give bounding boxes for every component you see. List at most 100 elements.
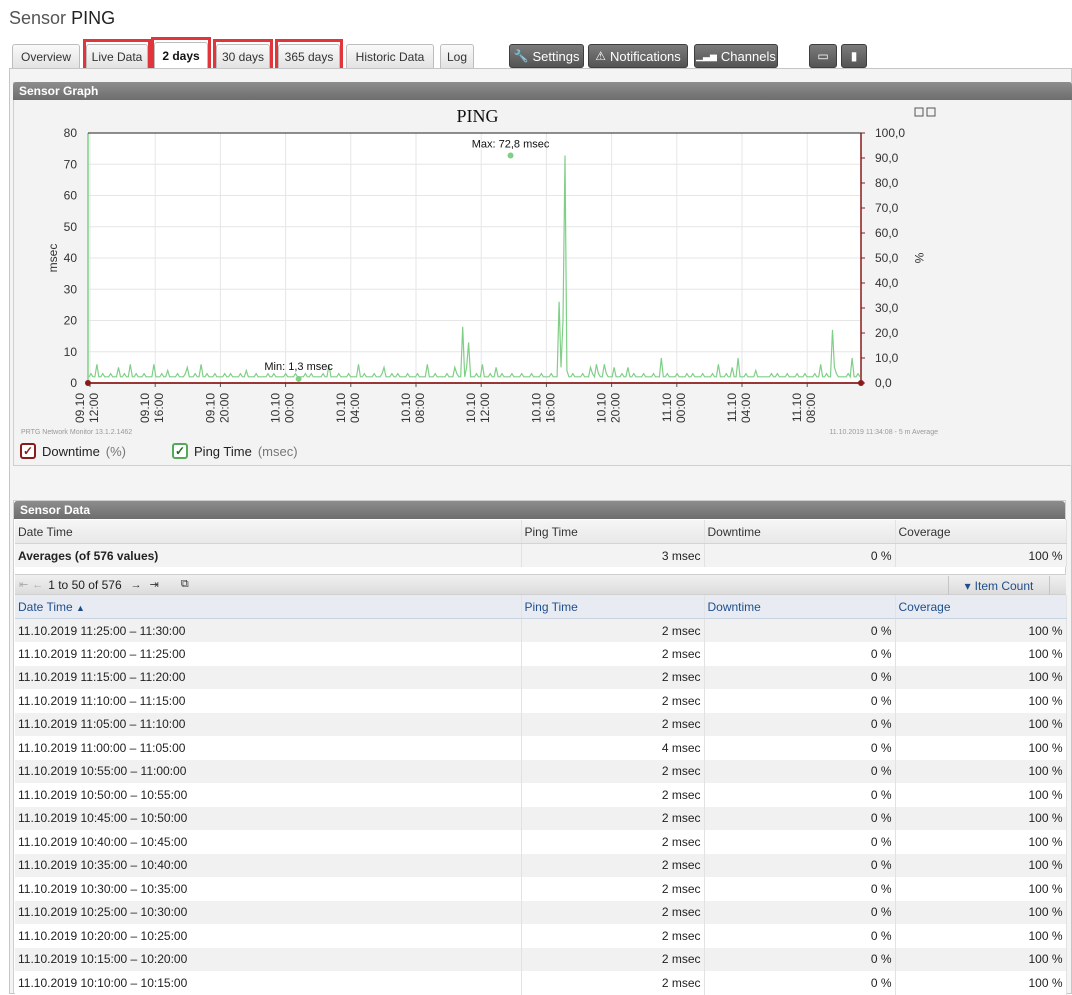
comment-icon: ▭ bbox=[817, 49, 829, 63]
y-tick-label: 80 bbox=[64, 126, 78, 140]
x-tick-time: 08:00 bbox=[413, 393, 427, 423]
x-tick-time: 16:00 bbox=[543, 393, 557, 423]
x-tick-date: 10.10 bbox=[464, 393, 478, 423]
y2-tick-label: 70,0 bbox=[875, 201, 899, 215]
tab-live-data[interactable]: Live Data bbox=[86, 44, 148, 68]
ping-time-checkbox[interactable]: ✓ bbox=[172, 443, 189, 459]
y2-axis-label: % bbox=[912, 253, 926, 264]
cell-coverage: 100 % bbox=[895, 712, 1067, 736]
cell-downtime: 0 % bbox=[704, 877, 896, 901]
cell-downtime: 0 % bbox=[704, 971, 896, 995]
table-row[interactable]: 11.10.2019 11:00:00 – 11:05:00 4 msec 0 % 1… bbox=[15, 736, 1067, 760]
x-tick-time: 16:00 bbox=[152, 393, 166, 423]
first-page-icon[interactable]: ⇤ bbox=[19, 578, 28, 591]
warning-icon: ⚠ bbox=[595, 49, 606, 63]
cell-ping-time: 2 msec bbox=[521, 830, 705, 854]
table-row[interactable]: 11.10.2019 10:20:00 – 10:25:00 2 msec 0 % 1… bbox=[15, 924, 1067, 948]
x-tick-label: 11.10 08:00 bbox=[790, 393, 818, 423]
cell-downtime: 0 % bbox=[704, 736, 896, 760]
cell-coverage: 100 % bbox=[895, 924, 1067, 948]
cell-downtime: 0 % bbox=[704, 900, 896, 924]
cell-coverage: 100 % bbox=[895, 877, 1067, 901]
pager-text: 1 to 50 of 576 bbox=[48, 577, 122, 592]
table-row[interactable]: 11.10.2019 11:20:00 – 11:25:00 2 msec 0 % 1… bbox=[15, 642, 1067, 666]
column-coverage[interactable]: Coverage bbox=[895, 595, 1067, 619]
column-ping-time[interactable]: Ping Time bbox=[521, 595, 705, 619]
document-icon: ▮ bbox=[850, 49, 858, 63]
chart-title: PING bbox=[456, 106, 498, 126]
tab-log[interactable]: Log bbox=[440, 44, 474, 68]
table-row[interactable]: 11.10.2019 11:05:00 – 11:10:00 2 msec 0 % 1… bbox=[15, 712, 1067, 736]
column-downtime[interactable]: Downtime bbox=[704, 595, 896, 619]
tab-overview[interactable]: Overview bbox=[12, 44, 80, 68]
ping-chart: 0 10 20 30 40 50 60 70 80 0,0 10,0 20,0 30,0 40,0 50,0… bbox=[21, 106, 938, 436]
x-tick-date: 11.10 bbox=[790, 393, 804, 422]
table-row[interactable]: 11.10.2019 11:10:00 – 11:15:00 2 msec 0 % 1… bbox=[15, 689, 1067, 713]
item-count-button[interactable]: ▾ Item Count bbox=[948, 576, 1050, 595]
table-row[interactable]: 11.10.2019 10:40:00 – 10:45:00 2 msec 0 % 1… bbox=[15, 830, 1067, 854]
cell-ping-time: 2 msec bbox=[521, 853, 705, 877]
cell-ping-time: 2 msec bbox=[521, 712, 705, 736]
y2-tick-label: 0,0 bbox=[875, 376, 892, 390]
tab-historic-data[interactable]: Historic Data bbox=[346, 44, 434, 68]
x-tick-label: 11.10 04:00 bbox=[725, 393, 753, 423]
settings-button[interactable]: 🔧 Settings bbox=[509, 44, 584, 68]
x-tick-label: 10.10 08:00 bbox=[399, 393, 427, 423]
next-page-icon[interactable]: → bbox=[131, 579, 142, 591]
x-tick-date: 09.10 bbox=[203, 393, 217, 423]
y-tick-label: 60 bbox=[64, 189, 78, 203]
table-row[interactable]: 11.10.2019 10:25:00 – 10:30:00 2 msec 0 % 1… bbox=[15, 900, 1067, 924]
table-row[interactable]: 11.10.2019 11:15:00 – 11:20:00 2 msec 0 % 1… bbox=[15, 665, 1067, 689]
x-tick-time: 00:00 bbox=[283, 393, 297, 423]
y-tick-label: 40 bbox=[64, 251, 78, 265]
y2-tick-label: 100,0 bbox=[875, 126, 905, 140]
sensor-data-header: Sensor Data bbox=[14, 501, 1065, 519]
table-row[interactable]: 11.10.2019 10:10:00 – 10:15:00 2 msec 0 % 1… bbox=[15, 971, 1067, 995]
notifications-label: Notifications bbox=[609, 48, 681, 64]
cell-downtime: 0 % bbox=[704, 689, 896, 713]
tab-30-days[interactable]: 30 days bbox=[216, 44, 270, 68]
cell-coverage: 100 % bbox=[895, 853, 1067, 877]
table-row[interactable]: 11.10.2019 11:25:00 – 11:30:00 2 msec 0 % 1… bbox=[15, 618, 1067, 642]
table-row[interactable]: 11.10.2019 10:45:00 – 10:50:00 2 msec 0 % 1… bbox=[15, 806, 1067, 830]
downtime-checkbox[interactable]: ✓ bbox=[20, 443, 36, 459]
column-date-time[interactable]: Date Time ▲ bbox=[15, 595, 522, 619]
table-row[interactable]: 11.10.2019 10:35:00 – 10:40:00 2 msec 0 % 1… bbox=[15, 853, 1067, 877]
sensor-data-table: Date Time ▲ Ping Time Downtime Coverage … bbox=[15, 595, 1067, 995]
table-row[interactable]: 11.10.2019 10:30:00 – 10:35:00 2 msec 0 % 1… bbox=[15, 877, 1067, 901]
table-row[interactable]: 11.10.2019 10:15:00 – 10:20:00 2 msec 0 % 1… bbox=[15, 947, 1067, 971]
graph-footer-left: PRTG Network Monitor 13.1.2.1462 bbox=[21, 429, 132, 436]
y-tick-label: 50 bbox=[64, 220, 78, 234]
cell-date: 11.10.2019 10:20:00 – 10:25:00 bbox=[15, 924, 522, 948]
popout-icon[interactable]: ⧉ bbox=[181, 578, 189, 591]
cell-coverage: 100 % bbox=[895, 806, 1067, 830]
channels-button[interactable]: ▁▃▅ Channels bbox=[694, 44, 778, 68]
downtime-marker-start bbox=[85, 380, 91, 386]
notifications-button[interactable]: ⚠ Notifications bbox=[588, 44, 688, 68]
comments-button[interactable]: ▭ bbox=[809, 44, 837, 68]
max-annotation: Max: 72,8 msec bbox=[472, 139, 550, 151]
settings-label: Settings bbox=[532, 48, 580, 64]
document-button[interactable]: ▮ bbox=[841, 44, 867, 68]
y2-tick-label: 30,0 bbox=[875, 301, 899, 315]
cell-downtime: 0 % bbox=[704, 665, 896, 689]
y2-tick-label: 80,0 bbox=[875, 176, 899, 190]
x-tick-time: 20:00 bbox=[217, 393, 231, 423]
cell-coverage: 100 % bbox=[895, 642, 1067, 666]
cell-coverage: 100 % bbox=[895, 900, 1067, 924]
cell-coverage: 100 % bbox=[895, 618, 1067, 642]
table-row[interactable]: 11.10.2019 10:50:00 – 10:55:00 2 msec 0 % 1… bbox=[15, 783, 1067, 807]
averages-coverage: 100 % bbox=[895, 543, 1067, 567]
summary-header-ping: Ping Time bbox=[521, 520, 705, 544]
y-tick-label: 0 bbox=[70, 376, 77, 390]
tab-365-days[interactable]: 365 days bbox=[278, 44, 340, 68]
item-count-label: Item Count bbox=[974, 578, 1034, 593]
tab-2-days[interactable]: 2 days bbox=[154, 42, 208, 69]
cell-date: 11.10.2019 10:30:00 – 10:35:00 bbox=[15, 877, 522, 901]
max-marker bbox=[507, 152, 514, 159]
prev-page-icon[interactable]: ← bbox=[32, 579, 43, 591]
table-row[interactable]: 11.10.2019 10:55:00 – 11:00:00 2 msec 0 % 1… bbox=[15, 759, 1067, 783]
averages-label: Averages (of 576 values) bbox=[15, 543, 522, 567]
last-page-icon[interactable]: ⇥ bbox=[150, 578, 159, 591]
cell-downtime: 0 % bbox=[704, 947, 896, 971]
